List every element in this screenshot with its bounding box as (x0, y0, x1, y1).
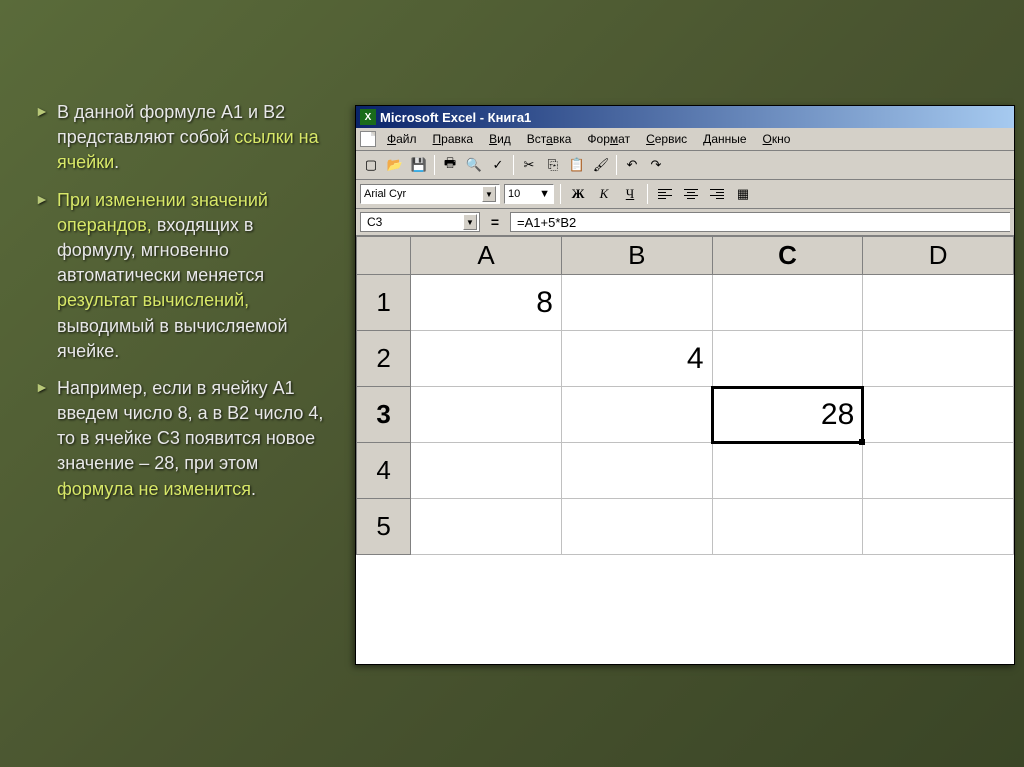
select-all-corner[interactable] (357, 237, 411, 275)
excel-window: X Microsoft Excel - Книга1 Файл Правка В… (355, 105, 1015, 665)
font-name-select[interactable]: Arial Cyr ▼ (360, 184, 500, 204)
excel-icon: X (360, 109, 376, 125)
row-header-3[interactable]: 3 (357, 387, 411, 443)
cell-A1[interactable]: 8 (411, 275, 562, 331)
undo-icon[interactable]: ↶ (621, 154, 643, 176)
align-left-icon[interactable] (654, 183, 676, 205)
align-right-icon[interactable] (706, 183, 728, 205)
align-center-icon[interactable] (680, 183, 702, 205)
cell-D4[interactable] (863, 443, 1014, 499)
col-header-B[interactable]: B (561, 237, 712, 275)
cell-C3[interactable]: 28 (712, 387, 863, 443)
name-box[interactable]: C3 ▼ (360, 212, 480, 232)
cell-B2[interactable]: 4 (561, 331, 712, 387)
document-icon[interactable] (360, 131, 376, 147)
cell-B1[interactable] (561, 275, 712, 331)
separator (616, 155, 617, 175)
copy-icon[interactable]: ⎘ (542, 154, 564, 176)
save-icon[interactable]: 💾 (408, 154, 430, 176)
new-icon[interactable]: ▢ (360, 154, 382, 176)
formatting-toolbar: Arial Cyr ▼ 10 ▼ Ж К Ч ▦ (356, 180, 1014, 209)
menubar: Файл Правка Вид Вставка Формат Сервис Да… (356, 128, 1014, 151)
menu-file[interactable]: Файл (382, 130, 422, 148)
col-header-A[interactable]: A (411, 237, 562, 275)
cell-C2[interactable] (712, 331, 863, 387)
standard-toolbar: ▢ 📂 💾 🖶 🔍 ✓ ✂ ⎘ 📋 🖌 ↶ ↷ (356, 151, 1014, 180)
separator (513, 155, 514, 175)
col-header-D[interactable]: D (863, 237, 1014, 275)
cell-A5[interactable] (411, 499, 562, 555)
cell-B3[interactable] (561, 387, 712, 443)
spreadsheet-grid[interactable]: A B C D 182432845 (356, 236, 1014, 664)
cell-B4[interactable] (561, 443, 712, 499)
format-painter-icon[interactable]: 🖌 (590, 154, 612, 176)
cut-icon[interactable]: ✂ (518, 154, 540, 176)
menu-data[interactable]: Данные (698, 130, 751, 148)
formula-input[interactable]: =A1+5*B2 (510, 212, 1010, 232)
merge-center-icon[interactable]: ▦ (732, 183, 754, 205)
formula-bar: C3 ▼ = =A1+5*B2 (356, 209, 1014, 236)
separator (560, 184, 561, 204)
col-header-C[interactable]: C (712, 237, 863, 275)
bullet-3: Например, если в ячейку А1 введем число … (35, 376, 330, 502)
chevron-down-icon[interactable]: ▼ (463, 214, 477, 230)
bullet-2: При изменении значений операндов, входящ… (35, 188, 330, 364)
redo-icon[interactable]: ↷ (645, 154, 667, 176)
cell-D1[interactable] (863, 275, 1014, 331)
cell-D2[interactable] (863, 331, 1014, 387)
row-header-1[interactable]: 1 (357, 275, 411, 331)
chevron-down-icon[interactable]: ▼ (539, 188, 550, 200)
cell-C1[interactable] (712, 275, 863, 331)
window-title: Microsoft Excel - Книга1 (380, 110, 531, 125)
separator (647, 184, 648, 204)
bold-button[interactable]: Ж (567, 183, 589, 205)
spellcheck-icon[interactable]: ✓ (487, 154, 509, 176)
cell-A4[interactable] (411, 443, 562, 499)
menu-view[interactable]: Вид (484, 130, 516, 148)
separator (434, 155, 435, 175)
menu-tools[interactable]: Сервис (641, 130, 692, 148)
titlebar[interactable]: X Microsoft Excel - Книга1 (356, 106, 1014, 128)
menu-edit[interactable]: Правка (428, 130, 479, 148)
slide-text-panel: В данной формуле A1 и B2 представляют со… (0, 0, 350, 767)
cell-B5[interactable] (561, 499, 712, 555)
row-header-4[interactable]: 4 (357, 443, 411, 499)
underline-button[interactable]: Ч (619, 183, 641, 205)
menu-format[interactable]: Формат (582, 130, 635, 148)
row-header-2[interactable]: 2 (357, 331, 411, 387)
chevron-down-icon[interactable]: ▼ (482, 186, 496, 202)
italic-button[interactable]: К (593, 183, 615, 205)
cell-A3[interactable] (411, 387, 562, 443)
font-size-select[interactable]: 10 ▼ (504, 184, 554, 204)
menu-window[interactable]: Окно (758, 130, 796, 148)
cell-D3[interactable] (863, 387, 1014, 443)
print-preview-icon[interactable]: 🔍 (463, 154, 485, 176)
paste-icon[interactable]: 📋 (566, 154, 588, 176)
row-header-5[interactable]: 5 (357, 499, 411, 555)
cell-C4[interactable] (712, 443, 863, 499)
sheet-table: A B C D 182432845 (356, 236, 1014, 555)
print-icon[interactable]: 🖶 (439, 154, 461, 176)
equals-label: = (484, 214, 506, 230)
cell-C5[interactable] (712, 499, 863, 555)
bullet-1: В данной формуле A1 и B2 представляют со… (35, 100, 330, 176)
open-icon[interactable]: 📂 (384, 154, 406, 176)
cell-A2[interactable] (411, 331, 562, 387)
menu-insert[interactable]: Вставка (522, 130, 577, 148)
cell-D5[interactable] (863, 499, 1014, 555)
